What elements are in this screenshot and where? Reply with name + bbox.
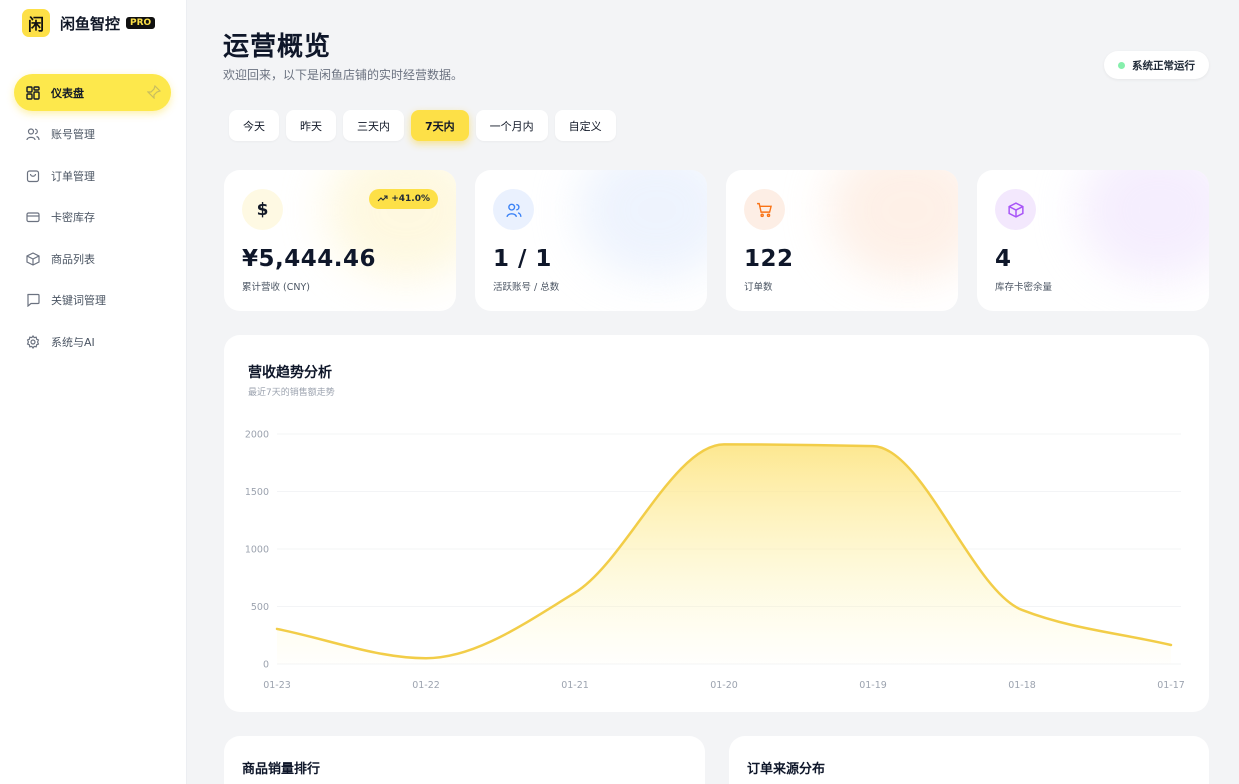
tab-seven-days[interactable]: 7天内 bbox=[411, 110, 469, 141]
stat-label: 活跃账号 / 总数 bbox=[493, 282, 560, 293]
sidebar: 闲 闲鱼智控 PRO 仪表盘 账号管理 订单管理 卡密库存 商品列表 关键词管理… bbox=[0, 0, 187, 784]
x-tick-label: 01-19 bbox=[859, 680, 887, 691]
trend-badge: +41.0% bbox=[369, 189, 438, 209]
y-tick-label: 1000 bbox=[245, 545, 269, 556]
series-area bbox=[277, 444, 1171, 664]
stat-value: ¥5,444.46 bbox=[242, 246, 376, 272]
y-tick-label: 500 bbox=[251, 602, 269, 613]
sidebar-item-dashboard[interactable]: 仪表盘 bbox=[14, 74, 171, 111]
sidebar-item-label: 商品列表 bbox=[51, 252, 95, 266]
stat-label: 订单数 bbox=[744, 282, 773, 293]
cart-icon bbox=[744, 189, 785, 230]
chat-icon bbox=[26, 293, 40, 307]
revenue-trend-chart[interactable]: 0 500 1000 1500 2000 01-23 01-22 01-21 01-20 01-1… bbox=[224, 335, 1209, 712]
brand[interactable]: 闲 闲鱼智控 PRO bbox=[22, 9, 156, 37]
x-tick-label: 01-20 bbox=[710, 680, 738, 691]
card-icon bbox=[26, 210, 40, 224]
page-subtitle: 欢迎回来，以下是闲鱼店铺的实时经营数据。 bbox=[223, 68, 464, 82]
tab-today[interactable]: 今天 bbox=[229, 110, 279, 141]
date-range-tabs: 今天 昨天 三天内 7天内 一个月内 自定义 bbox=[229, 110, 623, 141]
stat-value: 122 bbox=[744, 246, 794, 272]
box-icon bbox=[995, 189, 1036, 230]
stat-card-accounts: 1 / 1 活跃账号 / 总数 bbox=[475, 170, 707, 311]
sidebar-item-card-stock[interactable]: 卡密库存 bbox=[14, 199, 171, 236]
sidebar-item-products[interactable]: 商品列表 bbox=[14, 240, 171, 277]
card-glow bbox=[828, 170, 958, 280]
sidebar-item-system-ai[interactable]: 系统与AI bbox=[14, 323, 171, 360]
card-title: 订单来源分布 bbox=[747, 762, 826, 777]
stat-label: 累计营收 (CNY) bbox=[242, 282, 310, 293]
users-icon bbox=[26, 127, 40, 141]
card-glow bbox=[577, 170, 707, 280]
stat-value: 4 bbox=[995, 246, 1012, 272]
brand-name: 闲鱼智控 bbox=[60, 14, 121, 33]
x-tick-label: 01-21 bbox=[561, 680, 589, 691]
main-content: 运营概览 欢迎回来，以下是闲鱼店铺的实时经营数据。 系统正常运行 今天 昨天 三… bbox=[187, 0, 1239, 784]
stat-card-orders: 122 订单数 bbox=[726, 170, 958, 311]
tab-three-days[interactable]: 三天内 bbox=[343, 110, 404, 141]
x-tick-label: 01-18 bbox=[1008, 680, 1036, 691]
tab-yesterday[interactable]: 昨天 bbox=[286, 110, 336, 141]
users-icon bbox=[493, 189, 534, 230]
revenue-trend-card: 营收趋势分析 最近7天的销售额走势 0 500 1000 1500 2000 01-23 0… bbox=[224, 335, 1209, 712]
dollar-icon: $ bbox=[242, 189, 283, 230]
x-tick-label: 01-23 bbox=[263, 680, 291, 691]
tab-one-month[interactable]: 一个月内 bbox=[475, 110, 548, 141]
stat-card-card-stock: 4 库存卡密余量 bbox=[977, 170, 1209, 311]
y-tick-label: 1500 bbox=[245, 487, 269, 498]
sidebar-item-label: 系统与AI bbox=[51, 335, 95, 349]
tab-custom[interactable]: 自定义 bbox=[554, 110, 616, 141]
x-tick-label: 01-17 bbox=[1157, 680, 1185, 691]
trend-value: +41.0% bbox=[391, 194, 430, 204]
gear-icon bbox=[26, 334, 40, 349]
pro-badge: PRO bbox=[126, 17, 156, 29]
brand-logo: 闲 bbox=[22, 9, 50, 37]
status-text: 系统正常运行 bbox=[1132, 59, 1195, 72]
sidebar-item-keywords[interactable]: 关键词管理 bbox=[14, 282, 171, 319]
sidebar-item-label: 关键词管理 bbox=[51, 294, 106, 307]
product-sales-ranking-card: 商品销量排行 bbox=[224, 736, 705, 784]
dashboard-icon bbox=[26, 85, 40, 100]
card-glow bbox=[1079, 170, 1209, 280]
page-title: 运营概览 bbox=[223, 32, 332, 62]
y-tick-label: 2000 bbox=[245, 430, 269, 441]
sidebar-item-label: 账号管理 bbox=[51, 128, 95, 141]
x-tick-label: 01-22 bbox=[412, 680, 440, 691]
box-icon bbox=[26, 251, 40, 266]
sidebar-item-label: 仪表盘 bbox=[51, 86, 84, 100]
sidebar-nav: 仪表盘 账号管理 订单管理 卡密库存 商品列表 关键词管理 系统与AI bbox=[14, 74, 171, 365]
status-dot-icon bbox=[1118, 61, 1125, 69]
stat-value: 1 / 1 bbox=[493, 246, 552, 272]
stat-label: 库存卡密余量 bbox=[995, 282, 1053, 293]
card-title: 商品销量排行 bbox=[242, 762, 321, 777]
trending-up-icon bbox=[377, 195, 388, 202]
stat-card-revenue: $ +41.0% ¥5,444.46 累计营收 (CNY) bbox=[224, 170, 456, 311]
pin-icon[interactable] bbox=[146, 84, 162, 100]
y-tick-label: 0 bbox=[263, 660, 269, 671]
system-status-badge: 系统正常运行 bbox=[1104, 51, 1209, 79]
sidebar-item-orders[interactable]: 订单管理 bbox=[14, 157, 171, 194]
order-source-card: 订单来源分布 bbox=[729, 736, 1209, 784]
sidebar-item-label: 卡密库存 bbox=[51, 211, 95, 224]
shopping-bag-icon bbox=[26, 169, 40, 183]
sidebar-item-label: 订单管理 bbox=[51, 169, 95, 183]
sidebar-item-accounts[interactable]: 账号管理 bbox=[14, 116, 171, 153]
